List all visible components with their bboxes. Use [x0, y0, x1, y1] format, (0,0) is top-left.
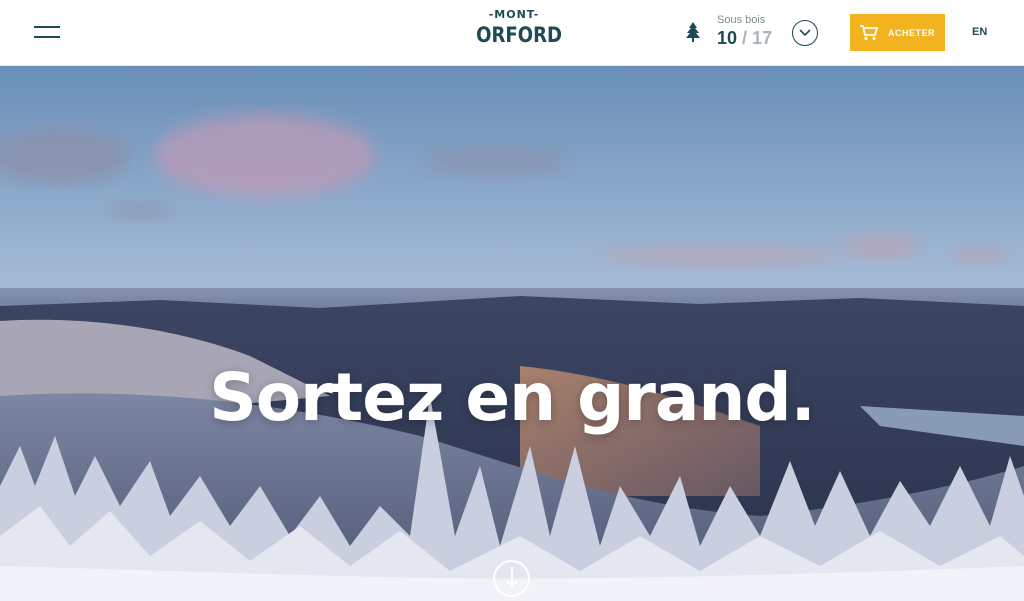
language-switch[interactable]: EN: [972, 26, 987, 38]
logo[interactable]: -MONT- ORFORD: [470, 8, 563, 56]
scroll-down-button[interactable]: [493, 560, 530, 597]
trail-conditions: Sous bois 10 / 17: [717, 13, 787, 49]
open-count: 10: [717, 28, 738, 48]
menu-button[interactable]: [34, 24, 62, 42]
buy-button[interactable]: ACHETER: [850, 14, 945, 51]
conditions-toggle-button[interactable]: [792, 20, 818, 46]
hero-headline: Sortez en grand.: [209, 359, 816, 436]
count-separator: /: [742, 28, 748, 48]
hero-background-image: [0, 66, 1024, 601]
logo-top-text: -MONT-: [488, 8, 540, 21]
arrow-down-circle-icon: [505, 567, 519, 589]
site-header: -MONT- ORFORD Sous bois 10 / 17 ACHETER …: [0, 0, 1024, 66]
conditions-count: 10 / 17: [717, 27, 787, 49]
buy-button-label: ACHETER: [887, 27, 935, 38]
total-count: 17: [752, 28, 773, 48]
cart-icon: [859, 24, 878, 40]
conditions-label: Sous bois: [717, 14, 766, 26]
pine-tree-icon: [686, 22, 700, 42]
logo-main-text: ORFORD: [476, 23, 563, 47]
hamburger-menu-icon: [34, 26, 60, 28]
chevron-down-icon: [799, 29, 811, 37]
hero: Sortez en grand.: [0, 66, 1024, 601]
